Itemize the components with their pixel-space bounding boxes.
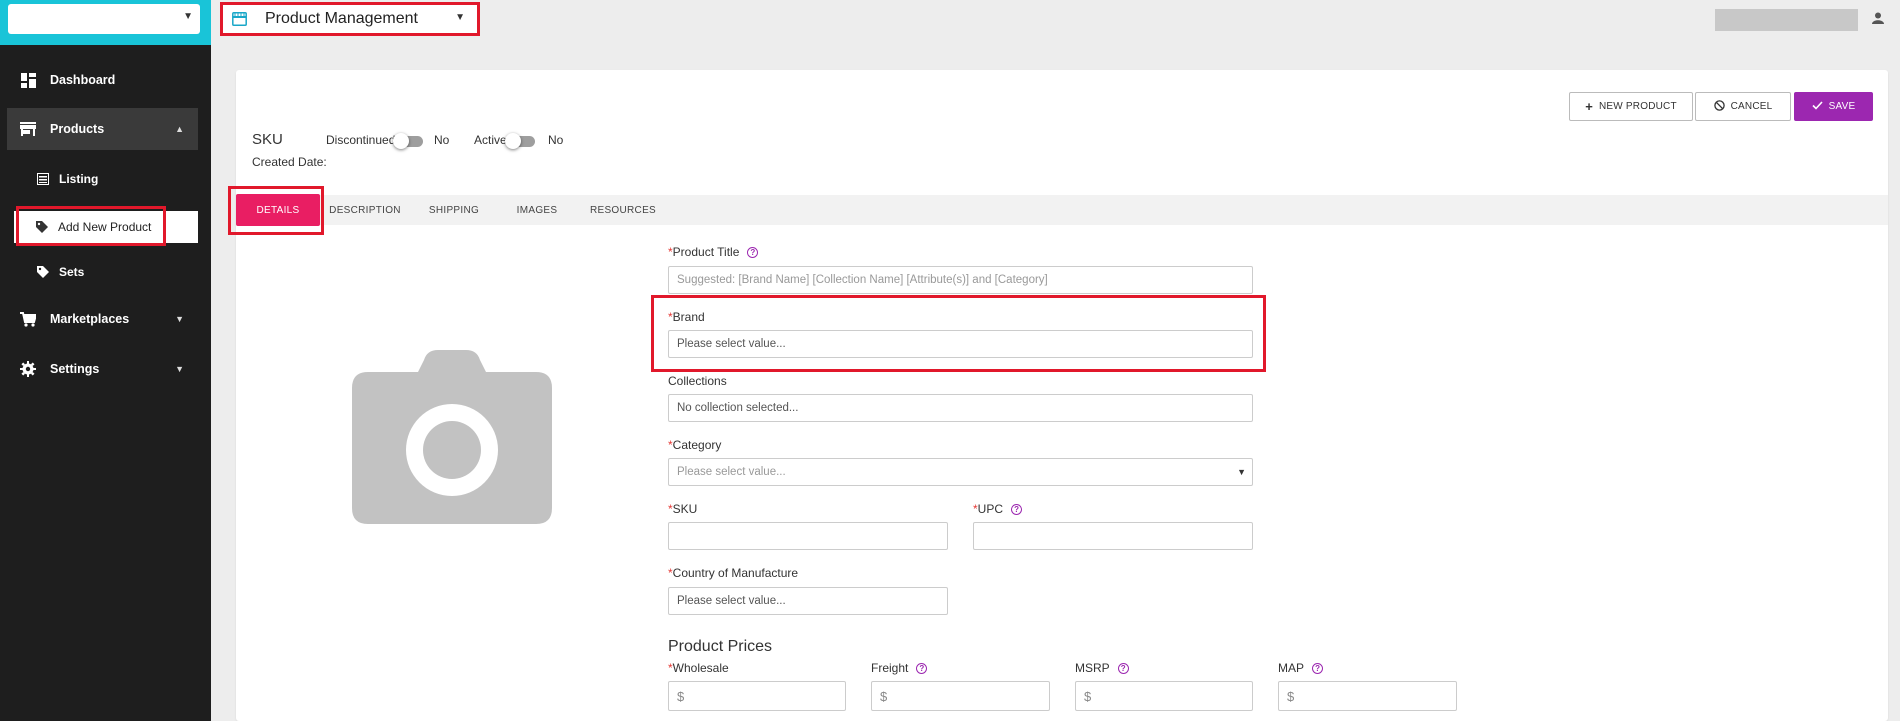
sidebar-item-label: Marketplaces	[50, 312, 130, 326]
user-icon[interactable]	[1872, 11, 1884, 29]
product-title-input[interactable]: Suggested: [Brand Name] [Collection Name…	[668, 266, 1253, 294]
gear-icon	[17, 361, 39, 377]
block-icon	[1713, 99, 1725, 114]
country-select-value: Please select value...	[677, 595, 786, 607]
module-select[interactable]: Product Management ▼	[223, 5, 477, 33]
cancel-label: CANCEL	[1730, 101, 1773, 112]
chevron-up-icon: ▲	[175, 124, 184, 134]
chevron-down-icon: ▼	[175, 314, 184, 324]
wholesale-input[interactable]: $	[668, 681, 846, 711]
store-icon	[17, 122, 39, 136]
help-icon[interactable]: ?	[1312, 663, 1324, 674]
freight-label: Freight?	[871, 661, 928, 675]
upc-input[interactable]	[973, 522, 1253, 550]
new-product-button[interactable]: + NEW PRODUCT	[1569, 92, 1693, 121]
sidebar-item-dashboard[interactable]: Dashboard	[7, 59, 198, 101]
dollar-icon: $	[1287, 688, 1295, 704]
tab-resources[interactable]: RESOURCES	[584, 195, 662, 225]
module-select-label: Product Management	[265, 10, 418, 27]
sku-label: *SKU	[668, 502, 698, 516]
help-icon[interactable]: ?	[916, 663, 928, 674]
active-toggle[interactable]	[505, 133, 535, 149]
sidebar-item-products[interactable]: Products ▲	[7, 108, 198, 150]
account-select[interactable]: ▼	[8, 4, 200, 34]
active-value: No	[548, 133, 564, 147]
msrp-input[interactable]: $	[1075, 681, 1253, 711]
collections-label: Collections	[668, 374, 727, 388]
dollar-icon: $	[880, 688, 888, 704]
user-name[interactable]	[1715, 9, 1858, 31]
active-label: Active	[474, 133, 507, 147]
sidebar-item-label: Settings	[50, 362, 100, 376]
cancel-button[interactable]: CANCEL	[1695, 92, 1791, 121]
sku-heading: SKU	[252, 131, 283, 148]
sidebar-subitem-add-new-product[interactable]: Add New Product	[14, 211, 198, 243]
category-select[interactable]: Please select value... ▼	[668, 458, 1253, 486]
dollar-icon: $	[1084, 688, 1092, 704]
tab-details[interactable]: DETAILS	[236, 194, 320, 226]
country-label: *Country of Manufacture	[668, 566, 799, 580]
collections-select-value: No collection selected...	[677, 402, 799, 414]
sidebar-item-marketplaces[interactable]: Marketplaces ▼	[7, 298, 198, 340]
freight-input[interactable]: $	[871, 681, 1050, 711]
help-icon[interactable]: ?	[747, 247, 759, 258]
sidebar-subitem-label: Sets	[59, 265, 85, 279]
category-label: *Category	[668, 438, 722, 452]
tab-shipping[interactable]: SHIPPING	[418, 195, 490, 225]
sidebar-subitem-listing[interactable]: Listing	[18, 163, 198, 195]
dashboard-icon	[17, 72, 39, 88]
check-icon	[1812, 100, 1823, 113]
brand-label: *Brand	[668, 310, 705, 324]
sidebar-item-label: Products	[50, 122, 105, 136]
collections-select[interactable]: No collection selected...	[668, 394, 1253, 422]
help-icon[interactable]: ?	[1117, 663, 1129, 674]
msrp-label: MSRP?	[1075, 661, 1129, 675]
sidebar-item-label: Dashboard	[50, 73, 116, 87]
sidebar-subitem-sets[interactable]: Sets	[18, 256, 198, 288]
product-title-label: *Product Title?	[668, 245, 759, 259]
map-input[interactable]: $	[1278, 681, 1457, 711]
sidebar-item-settings[interactable]: Settings ▼	[7, 348, 198, 390]
save-label: SAVE	[1828, 101, 1856, 112]
map-label: MAP?	[1278, 661, 1324, 675]
brand-select[interactable]: Please select value...	[668, 330, 1253, 358]
chevron-down-icon: ▼	[455, 12, 465, 23]
store-icon	[232, 12, 247, 31]
dollar-icon: $	[677, 688, 685, 704]
discontinued-toggle[interactable]	[393, 133, 423, 149]
discontinued-label: Discontinued	[326, 133, 396, 147]
sku-input[interactable]	[668, 522, 948, 550]
plus-icon: +	[1585, 99, 1594, 114]
tag-icon	[37, 266, 51, 278]
category-placeholder: Please select value...	[677, 466, 786, 478]
save-button[interactable]: SAVE	[1794, 92, 1873, 121]
upc-label: *UPC?	[973, 502, 1023, 516]
camera-icon[interactable]	[352, 348, 552, 529]
product-prices-title: Product Prices	[668, 638, 773, 655]
tag-icon	[36, 221, 50, 233]
chevron-down-icon: ▼	[175, 364, 184, 374]
sidebar-header: ▼	[0, 0, 211, 45]
tab-images[interactable]: IMAGES	[506, 195, 568, 225]
country-select[interactable]: Please select value...	[668, 587, 948, 615]
sidebar-subitem-label: Listing	[59, 172, 99, 186]
chevron-down-icon: ▼	[183, 11, 193, 22]
cart-icon	[17, 311, 39, 327]
wholesale-label: *Wholesale	[668, 661, 729, 675]
new-product-label: NEW PRODUCT	[1599, 101, 1677, 112]
sidebar: ▼ Dashboard Products ▲ Listing Add New P…	[0, 0, 211, 721]
list-icon	[37, 173, 51, 185]
sidebar-subitem-label: Add New Product	[58, 220, 152, 234]
tab-description[interactable]: DESCRIPTION	[323, 195, 407, 225]
created-date-label: Created Date:	[252, 155, 327, 169]
brand-select-value: Please select value...	[677, 338, 786, 350]
discontinued-value: No	[434, 133, 450, 147]
help-icon[interactable]: ?	[1011, 504, 1023, 515]
product-title-placeholder: Suggested: [Brand Name] [Collection Name…	[677, 274, 1048, 286]
chevron-down-icon: ▼	[1237, 467, 1246, 477]
